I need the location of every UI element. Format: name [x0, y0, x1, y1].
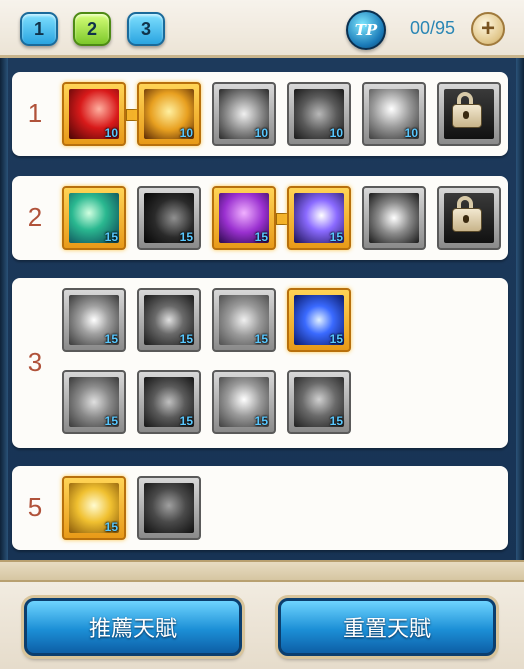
- top-bar: 1 2 3 TP 00/95 +: [0, 0, 524, 58]
- talent-level: 15: [104, 520, 118, 534]
- panel-border-left: [0, 58, 8, 568]
- talent-slot[interactable]: 15: [62, 186, 126, 250]
- talent-slot[interactable]: 15: [287, 370, 351, 434]
- recommend-talent-button[interactable]: 推薦天賦: [24, 598, 242, 656]
- tab-page-1[interactable]: 1: [20, 12, 58, 46]
- talent-tier-row: 3 15 15 15 15 15 15 15 15: [12, 278, 508, 448]
- talent-level: 15: [254, 414, 268, 428]
- talent-level: 15: [179, 332, 193, 346]
- tier-label: 1: [27, 98, 43, 128]
- tab-page-3[interactable]: 3: [127, 12, 165, 46]
- talent-window: 1 2 3 TP 00/95 + 1 10 10 10 10 10 2 15 15 15 15 3 15…: [0, 0, 524, 669]
- locked-talent-slot[interactable]: [437, 186, 501, 250]
- tier-label: 2: [27, 202, 43, 232]
- talent-slot[interactable]: [137, 476, 201, 540]
- shadow-figure-icon: [144, 483, 194, 533]
- talent-slot[interactable]: 15: [137, 370, 201, 434]
- tp-icon: TP: [346, 10, 386, 50]
- lock-keyhole: [463, 215, 469, 223]
- reset-talent-button[interactable]: 重置天賦: [278, 598, 496, 656]
- tier-label: 3: [27, 347, 43, 377]
- talent-slot[interactable]: 15: [137, 186, 201, 250]
- talent-tier-row: 2 15 15 15 15: [12, 176, 508, 260]
- talent-slot[interactable]: 15: [212, 288, 276, 352]
- talent-slot[interactable]: 10: [137, 82, 201, 146]
- talent-slot[interactable]: 15: [62, 476, 126, 540]
- talent-level: 10: [254, 126, 268, 140]
- white-strike-icon: [369, 193, 419, 243]
- talent-level: 10: [404, 126, 418, 140]
- talent-slot[interactable]: 15: [287, 186, 351, 250]
- talent-level: 10: [104, 126, 118, 140]
- talent-slot[interactable]: [362, 186, 426, 250]
- talent-slot[interactable]: 15: [137, 288, 201, 352]
- talent-slot[interactable]: 10: [62, 82, 126, 146]
- talent-level: 15: [104, 230, 118, 244]
- talent-points-count: 00/95: [410, 18, 456, 38]
- tier-label: 5: [27, 492, 43, 522]
- talent-level: 15: [254, 230, 268, 244]
- talent-slot[interactable]: 10: [362, 82, 426, 146]
- talent-level: 15: [254, 332, 268, 346]
- decorative-divider: [0, 560, 524, 582]
- add-points-button[interactable]: +: [471, 12, 505, 46]
- talent-level: 15: [179, 230, 193, 244]
- talent-slot[interactable]: 15: [62, 288, 126, 352]
- talent-slot[interactable]: 15: [62, 370, 126, 434]
- talent-slot[interactable]: 15: [212, 370, 276, 434]
- talent-level: 15: [104, 414, 118, 428]
- locked-talent-slot[interactable]: [437, 82, 501, 146]
- talent-level: 15: [104, 332, 118, 346]
- talent-level: 10: [179, 126, 193, 140]
- talent-slot[interactable]: 10: [287, 82, 351, 146]
- panel-border-right: [516, 58, 524, 568]
- talent-tier-row: 1 10 10 10 10 10: [12, 72, 508, 156]
- talent-level: 15: [329, 332, 343, 346]
- talent-slot[interactable]: 10: [212, 82, 276, 146]
- talent-slot[interactable]: 15: [212, 186, 276, 250]
- lock-keyhole: [463, 111, 469, 119]
- talent-level: 15: [179, 414, 193, 428]
- tab-page-2[interactable]: 2: [73, 12, 111, 46]
- talent-tier-row: 5 15: [12, 466, 508, 550]
- talent-slot[interactable]: 15: [287, 288, 351, 352]
- talent-level: 15: [329, 230, 343, 244]
- talent-level: 10: [329, 126, 343, 140]
- talent-level: 15: [329, 414, 343, 428]
